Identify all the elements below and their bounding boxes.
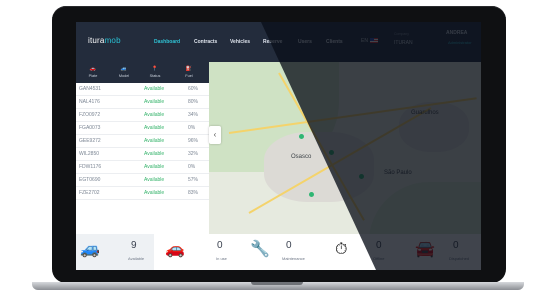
table-row[interactable]: FGA0073 Available 0% [76,122,209,135]
stat-dispatched[interactable]: 🚘 0 Dispatched [411,234,481,270]
stat-dispatched-label: Dispatched [449,256,470,261]
status-summary-bar: 🚙 9 Available 🚗 0 In use 🔧 0 Maintenance… [76,234,481,270]
cell-plate: NAL4176 [79,99,100,105]
car-blue-icon: 🚗 [165,241,185,258]
map-park-area [369,182,481,234]
table-row[interactable]: FDW1176 Available 0% [76,161,209,174]
brand-suffix: mob [104,36,121,45]
table-row[interactable]: FZO0972 Available 34% [76,109,209,122]
car-icon: 🚗 [89,66,97,72]
nav-users[interactable]: Users [298,39,312,45]
nav-contracts[interactable]: Contracts [194,39,217,45]
column-plate[interactable]: Plate [78,74,108,78]
cell-status: Available [144,99,165,105]
user-name[interactable]: ANDREA [446,30,467,36]
language-selector[interactable]: EN [361,38,368,44]
cell-status: Available [144,151,165,157]
cell-status: Available [144,164,165,170]
alert-icon: ⏱ [335,241,348,258]
stat-available-label: Available [128,256,145,261]
nav-clients[interactable]: Clients [326,39,343,45]
vehicle-table-header: 🚗 Plate 🚙 Model 📍 Status ⛽ Fuel [76,62,209,83]
company-select-label: Company [394,32,409,36]
brand-prefix: itura [88,36,105,45]
stat-in-use[interactable]: 🚗 0 In use [161,234,241,270]
collapse-panel-button[interactable]: ‹ [209,126,221,144]
vehicle-table-body: GAN4531 Available 60% NAL4176 Available 80% … [76,83,209,200]
cell-status: Available [144,125,165,131]
stat-maintenance-label: Maintenance [282,256,305,261]
cell-status: Available [144,190,165,196]
table-row[interactable]: GEE9272 Available 96% [76,135,209,148]
cell-status: Available [144,86,165,92]
table-row[interactable]: GAN4531 Available 60% [76,83,209,96]
cell-plate: FZE2702 [79,190,100,196]
company-select[interactable]: ITURAN [394,40,413,46]
map-label-osasco: Osasco [291,154,312,160]
cell-plate: FGA0073 [79,125,101,131]
vehicle-pin-icon[interactable] [329,150,334,155]
cell-plate: FZO0972 [79,112,101,118]
nav-dashboard[interactable]: Dashboard [154,39,180,45]
cell-plate: EGT0690 [79,177,101,183]
stat-in-use-label: In use [216,256,227,261]
cell-status: Available [144,177,165,183]
cell-fuel: 57% [188,177,199,183]
user-role: Administrator [448,40,472,45]
cell-fuel: 0% [188,125,196,131]
vehicle-pin-icon[interactable] [309,192,314,197]
cell-fuel: 83% [188,190,199,196]
vehicle-panel: 🚗 Plate 🚙 Model 📍 Status ⛽ Fuel GAN4531 A… [76,62,209,234]
map-label-guarulhos: Guarulhos [411,110,439,116]
cell-fuel: 34% [188,112,199,118]
table-row[interactable]: EGT0690 Available 57% [76,174,209,187]
table-row[interactable]: NAL4176 Available 80% [76,96,209,109]
nav-reserve[interactable]: Reserve [263,39,282,45]
cell-plate: FDW1176 [79,164,102,170]
cell-plate: WIL2850 [79,151,100,157]
cell-fuel: 60% [188,86,199,92]
stat-in-use-value: 0 [217,240,223,251]
vehicle-pin-icon[interactable] [359,174,364,179]
flag-icon[interactable] [370,38,378,43]
cell-fuel: 32% [188,151,199,157]
cell-plate: GEE9272 [79,138,101,144]
laptop-base-notch [251,282,303,285]
cell-status: Available [144,138,165,144]
column-status[interactable]: Status [140,74,170,78]
stat-available[interactable]: 🚙 9 Available [76,234,154,270]
map-view[interactable]: Guarulhos Osasco São Paulo [209,62,481,234]
cell-plate: GAN4531 [79,86,101,92]
stat-offline-value: 0 [376,240,382,251]
car-side-icon: 🚙 [120,66,128,72]
stat-maintenance[interactable]: 🔧 0 Maintenance [246,234,324,270]
pin-icon: 📍 [151,66,159,72]
top-navigation: ituramob Dashboard Contracts Vehicles Re… [76,22,481,62]
map-label-sao-paulo: São Paulo [384,170,412,176]
stat-available-value: 9 [131,240,137,251]
table-row[interactable]: WIL2850 Available 32% [76,148,209,161]
stat-offline[interactable]: ⏱ 0 Offline [331,234,406,270]
car-green-icon: 🚙 [80,241,100,258]
stat-maintenance-value: 0 [286,240,292,251]
car-gray-icon: 🚘 [415,241,435,258]
cell-status: Available [144,112,165,118]
fuel-icon: ⛽ [185,66,193,72]
cell-fuel: 80% [188,99,199,105]
cell-fuel: 96% [188,138,199,144]
stat-offline-label: Offline [373,256,385,261]
wrench-icon: 🔧 [250,241,270,258]
stat-dispatched-value: 0 [453,240,459,251]
table-row[interactable]: FZE2702 Available 83% [76,187,209,200]
vehicle-pin-icon[interactable] [299,134,304,139]
nav-vehicles[interactable]: Vehicles [230,39,250,45]
column-fuel[interactable]: Fuel [174,74,204,78]
brand-logo[interactable]: ituramob [88,36,121,45]
column-model[interactable]: Model [109,74,139,78]
cell-fuel: 0% [188,164,196,170]
app-screen: ituramob Dashboard Contracts Vehicles Re… [76,22,481,270]
